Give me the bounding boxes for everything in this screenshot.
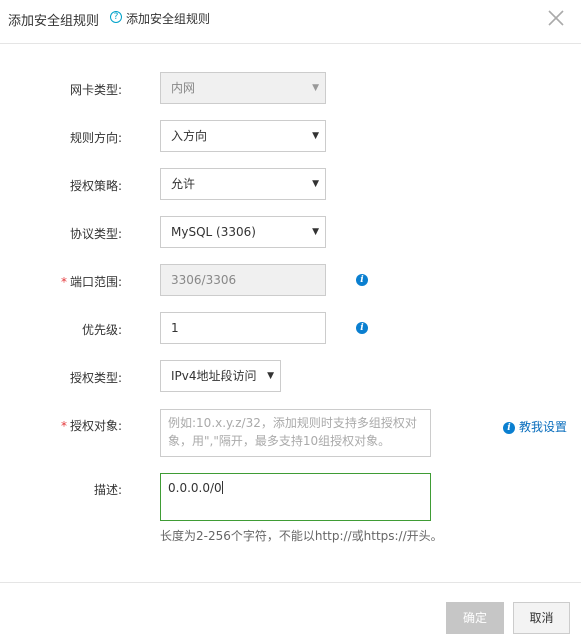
direction-select[interactable]: 入方向 ▼ bbox=[160, 120, 326, 152]
protocol-select[interactable]: MySQL (3306) ▼ bbox=[160, 216, 326, 248]
priority-label: 优先级: bbox=[81, 323, 122, 337]
port-range-input: 3306/3306 bbox=[160, 264, 326, 296]
protocol-value: MySQL (3306) bbox=[171, 225, 256, 239]
info-icon[interactable]: i bbox=[356, 274, 368, 286]
auth-object-label: 授权对象: bbox=[69, 419, 122, 433]
help-link[interactable]: 添加安全组规则 bbox=[126, 10, 210, 27]
info-icon[interactable]: i bbox=[356, 322, 368, 334]
auth-type-label: 授权类型: bbox=[69, 371, 122, 385]
nic-type-label: 网卡类型: bbox=[69, 83, 122, 97]
chevron-down-icon: ▼ bbox=[312, 83, 319, 93]
auth-object-label-row: * 授权对象: bbox=[0, 417, 122, 434]
priority-input[interactable]: 1 bbox=[160, 312, 326, 344]
teach-me-link[interactable]: i 教我设置 bbox=[503, 418, 567, 435]
cancel-button[interactable]: 取消 bbox=[513, 602, 570, 634]
auth-type-value: IPv4地址段访问 bbox=[171, 369, 257, 383]
description-hint: 长度为2-256个字符，不能以http://或https://开头。 bbox=[160, 529, 443, 543]
description-input[interactable]: 0.0.0.0/0 bbox=[160, 473, 431, 521]
required-mark: * bbox=[60, 275, 67, 289]
auth-object-placeholder: 例如:10.x.y.z/32，添加规则时支持多组授权对象，用","隔开，最多支持… bbox=[168, 416, 417, 448]
direction-value: 入方向 bbox=[171, 129, 208, 143]
teach-me-label: 教我设置 bbox=[519, 420, 568, 434]
protocol-label: 协议类型: bbox=[69, 227, 122, 241]
dialog-title: 添加安全组规则 bbox=[8, 14, 100, 29]
chevron-down-icon: ▼ bbox=[312, 131, 319, 141]
chevron-down-icon: ▼ bbox=[312, 227, 319, 237]
policy-value: 允许 bbox=[171, 177, 196, 191]
auth-type-select[interactable]: IPv4地址段访问 ▼ bbox=[160, 360, 281, 392]
policy-select[interactable]: 允许 ▼ bbox=[160, 168, 326, 200]
chevron-down-icon: ▼ bbox=[312, 179, 319, 189]
close-icon[interactable] bbox=[545, 7, 567, 29]
port-range-label: 端口范围: bbox=[69, 275, 122, 289]
port-range-label-row: * 端口范围: bbox=[0, 273, 122, 290]
help-icon[interactable]: ? bbox=[110, 11, 122, 23]
description-value: 0.0.0.0/0 bbox=[168, 481, 222, 495]
priority-value: 1 bbox=[171, 321, 179, 335]
text-cursor bbox=[221, 481, 223, 494]
dialog-header: 添加安全组规则 ? 添加安全组规则 bbox=[0, 0, 581, 44]
info-icon: i bbox=[503, 422, 515, 434]
chevron-down-icon: ▼ bbox=[267, 371, 274, 381]
nic-type-select: 内网 ▼ bbox=[160, 72, 326, 104]
nic-type-value: 内网 bbox=[171, 81, 196, 95]
port-range-value: 3306/3306 bbox=[171, 273, 237, 287]
direction-label: 规则方向: bbox=[69, 131, 122, 145]
policy-label: 授权策略: bbox=[69, 179, 122, 193]
ok-button[interactable]: 确定 bbox=[446, 602, 504, 634]
required-mark: * bbox=[60, 419, 67, 433]
description-label: 描述: bbox=[93, 483, 122, 497]
auth-object-textarea[interactable]: 例如:10.x.y.z/32，添加规则时支持多组授权对象，用","隔开，最多支持… bbox=[160, 409, 431, 457]
